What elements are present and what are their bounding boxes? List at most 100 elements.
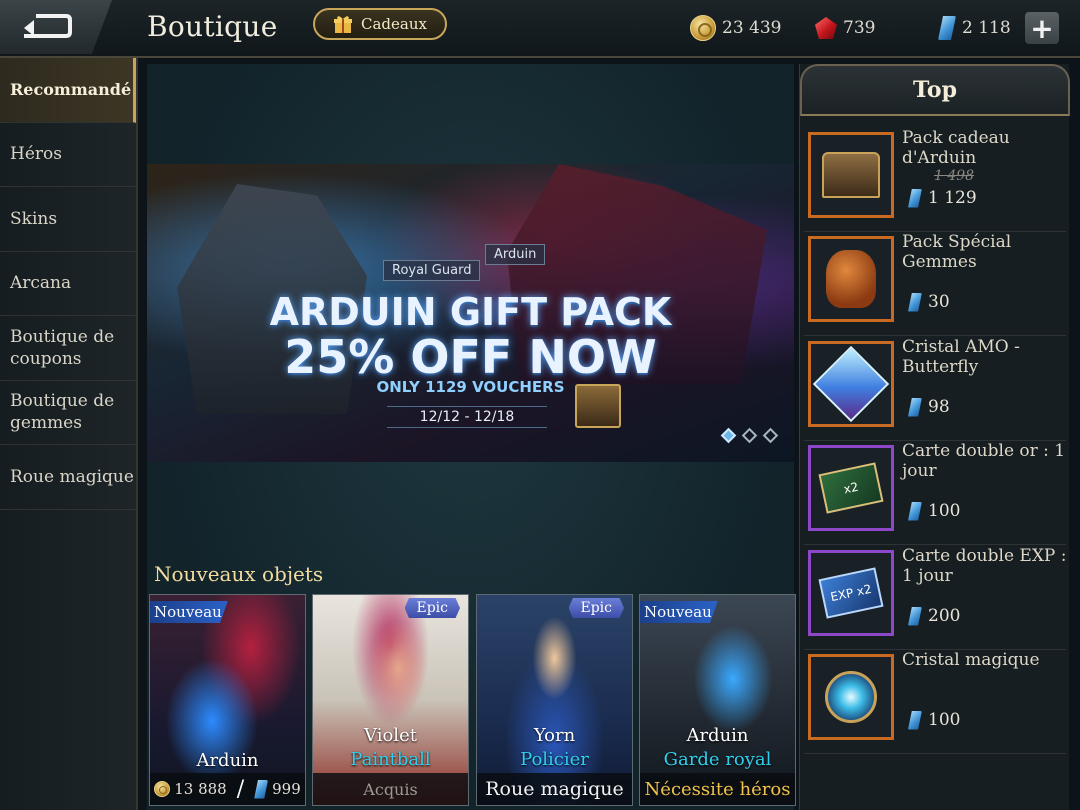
sidebar-item-coupon-shop[interactable]: Boutique de coupons	[0, 316, 136, 381]
sidebar-item-label: Skins	[10, 208, 58, 229]
price-value: 200	[928, 606, 961, 626]
banner-tag-arduin: Arduin	[485, 244, 546, 265]
item-name: Pack cadeau d'Arduin	[902, 128, 1010, 168]
gold-coin-icon	[690, 15, 716, 41]
category-sidebar: Recommandé Héros Skins Arcana Boutique d…	[0, 58, 138, 810]
item-thumbnail	[808, 236, 894, 322]
banner-page-dot[interactable]	[720, 427, 737, 444]
item-card[interactable]: Nouveau Arduin Garde royal Nécessite hér…	[639, 594, 796, 806]
item-price: 1 129	[908, 188, 977, 208]
item-price: 100	[908, 501, 960, 521]
gem-bag-icon	[826, 250, 876, 308]
banner-pagination	[720, 427, 779, 444]
voucher-icon	[938, 16, 956, 40]
item-card[interactable]: Epic Yorn Policier Roue magique	[476, 594, 633, 806]
treasure-chest-icon	[822, 152, 880, 198]
item-name: Carte double EXP : 1 jour	[902, 546, 1067, 586]
epic-badge: Epic	[404, 598, 460, 618]
voucher-icon	[908, 292, 922, 312]
status-label: Roue magique	[477, 773, 632, 805]
voucher-amount: 2 118	[962, 18, 1011, 38]
ruby-balance: 739	[815, 12, 909, 44]
gift-box-icon	[333, 14, 353, 34]
original-price: 1 498	[934, 168, 975, 184]
promo-banner[interactable]: Royal Guard Arduin ARDUIN GIFT PACK 25% …	[147, 164, 794, 462]
gifts-button[interactable]: Cadeaux	[313, 8, 447, 40]
item-thumbnail	[808, 654, 894, 740]
epic-badge: Epic	[568, 598, 624, 618]
crystal-icon	[812, 345, 890, 423]
voucher-icon	[908, 710, 922, 730]
sidebar-item-label: Roue magique	[10, 466, 134, 487]
double-gold-card-icon: x2	[818, 462, 884, 514]
new-items-row: Nouveau Arduin 13 888 / 999 Epic Violet …	[147, 594, 796, 810]
price-separator: /	[236, 776, 245, 802]
banner-dates: 12/12 - 12/18	[387, 406, 547, 428]
top-items-panel: Top Pack cadeau d'Arduin 1 498 1 129 Pac…	[799, 64, 1070, 810]
gold-price: 13 888	[174, 780, 227, 798]
item-name: Pack Spécial Gemmes	[902, 232, 1012, 272]
voucher-price: 999	[272, 780, 301, 798]
hero-name: Arduin	[196, 750, 259, 771]
item-price: 100	[908, 710, 960, 730]
treasure-chest-icon	[575, 384, 621, 428]
sidebar-item-label: Arcana	[10, 273, 72, 294]
banner-discount: 25% OFF NOW	[284, 330, 657, 384]
gold-balance: 23 439	[690, 12, 796, 44]
sidebar-item-label: Boutique de coupons	[10, 326, 115, 369]
item-name: Cristal magique	[902, 650, 1040, 670]
sidebar-item-label: Héros	[10, 144, 62, 165]
voucher-balance: 2 118	[938, 12, 1032, 44]
hero-name: Arduin	[686, 725, 749, 746]
voucher-icon	[908, 397, 922, 417]
skin-name: Policier	[520, 749, 589, 770]
top-item[interactable]: Pack cadeau d'Arduin 1 498 1 129	[804, 128, 1066, 232]
top-item[interactable]: Cristal magique 100	[804, 650, 1066, 754]
price-value: 98	[928, 397, 950, 417]
top-bar: Boutique Cadeaux 23 439 739 2 118 +	[0, 0, 1080, 58]
sidebar-item-arcana[interactable]: Arcana	[0, 252, 136, 316]
status-label: Acquis	[313, 773, 468, 805]
item-card[interactable]: Nouveau Arduin 13 888 / 999	[149, 594, 306, 806]
sidebar-item-recommended[interactable]: Recommandé	[0, 58, 136, 123]
voucher-icon	[908, 188, 922, 208]
sidebar-item-gem-shop[interactable]: Boutique de gemmes	[0, 381, 136, 445]
top-item[interactable]: Pack Spécial Gemmes 30	[804, 232, 1066, 336]
top-item[interactable]: EXP x2 Carte double EXP : 1 jour 200	[804, 546, 1067, 650]
item-name: Carte double or : 1 jour	[902, 441, 1066, 481]
add-currency-button[interactable]: +	[1025, 12, 1059, 45]
item-price: 200	[908, 606, 960, 626]
banner-page-dot[interactable]	[762, 427, 779, 444]
banner-tag-royal-guard: Royal Guard	[383, 260, 481, 281]
back-arrow-icon	[24, 14, 72, 38]
top-panel-title: Top	[800, 64, 1070, 116]
gifts-label: Cadeaux	[361, 15, 427, 33]
gold-coin-icon	[154, 781, 171, 797]
voucher-icon	[908, 606, 922, 626]
sidebar-item-heroes[interactable]: Héros	[0, 123, 136, 187]
price-value: 100	[928, 501, 961, 521]
sidebar-item-magic-wheel[interactable]: Roue magique	[0, 445, 136, 510]
status-label: Nécessite héros	[640, 773, 795, 805]
item-name: Cristal AMO - Butterfly	[902, 337, 1020, 377]
voucher-icon	[254, 779, 269, 799]
banner-title: ARDUIN GIFT PACK	[269, 290, 672, 334]
price-bar: 13 888 / 999	[150, 773, 305, 805]
item-price: 30	[908, 292, 950, 312]
main-content: Royal Guard Arduin ARDUIN GIFT PACK 25% …	[147, 64, 796, 810]
item-thumbnail: EXP x2	[808, 550, 894, 636]
sidebar-item-skins[interactable]: Skins	[0, 187, 136, 252]
price-value: 30	[928, 292, 950, 312]
back-button[interactable]	[0, 0, 112, 54]
voucher-icon	[908, 501, 922, 521]
top-item[interactable]: x2 Carte double or : 1 jour 100	[804, 441, 1066, 545]
item-thumbnail	[808, 341, 894, 427]
top-item[interactable]: Cristal AMO - Butterfly 98	[804, 337, 1066, 441]
new-badge: Nouveau	[640, 601, 718, 623]
gold-amount: 23 439	[722, 18, 782, 38]
banner-page-dot[interactable]	[741, 427, 758, 444]
ruby-amount: 739	[843, 18, 876, 38]
item-price: 98	[908, 397, 950, 417]
item-card[interactable]: Epic Violet Paintball Acquis	[312, 594, 469, 806]
price-value: 1 129	[928, 188, 977, 208]
